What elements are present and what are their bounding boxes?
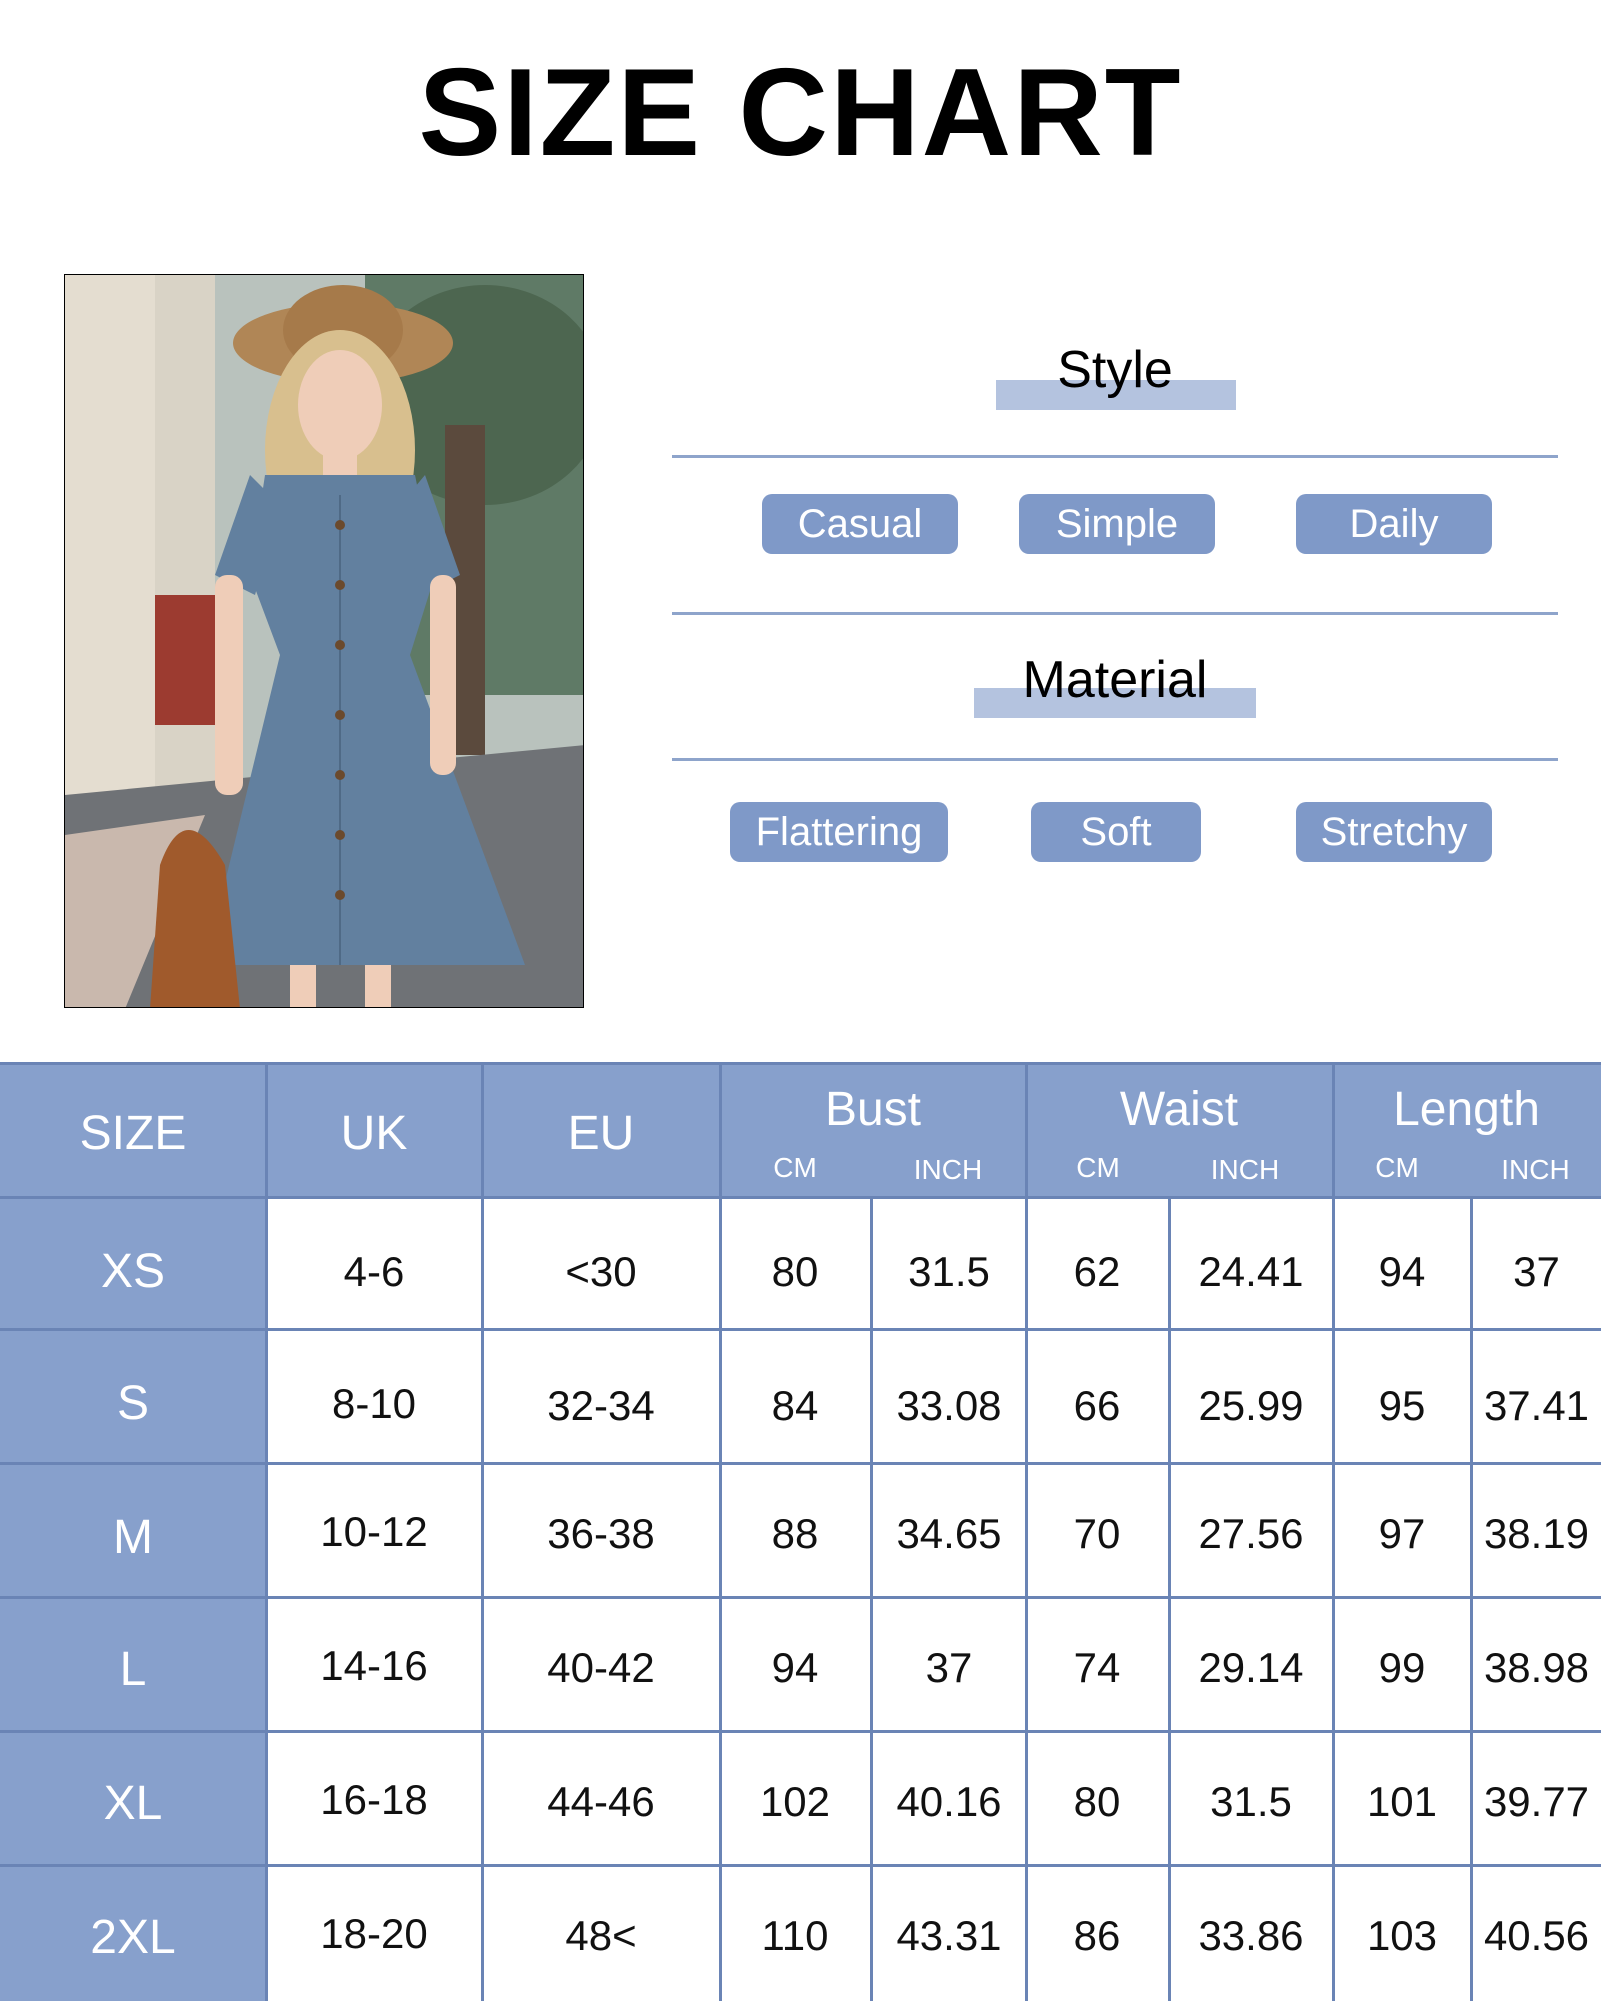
size-table: SIZE UK EU Bust CM INCH Waist CM INCH Le… [0, 1062, 1601, 2001]
header-length: Length [1393, 1083, 1540, 1136]
divider [672, 455, 1558, 458]
header-bust-inch: INCH [913, 1154, 983, 1185]
size-column-bg [0, 1198, 266, 2001]
cell-bust-inch: 43.31 [896, 1912, 1002, 1959]
cell-eu: 32-34 [547, 1382, 655, 1429]
cell-waist-inch: 29.14 [1198, 1644, 1304, 1691]
model-illustration [65, 275, 583, 1007]
cell-bust-cm: 94 [771, 1644, 819, 1691]
cell-length-inch: 38.98 [1483, 1644, 1590, 1691]
style-heading: Style [672, 340, 1558, 410]
tag-flattering: Flattering [730, 802, 948, 862]
cell-eu: <30 [565, 1248, 637, 1295]
row-size: XL [103, 1777, 163, 1830]
style-heading-text: Style [1057, 341, 1173, 399]
tag-stretchy: Stretchy [1296, 802, 1492, 862]
cell-waist-inch: 24.41 [1198, 1248, 1304, 1295]
cell-bust-inch: 33.08 [896, 1382, 1002, 1429]
tag-soft: Soft [1031, 802, 1201, 862]
page-title: SIZE CHART [418, 44, 1183, 182]
cell-bust-cm: 80 [771, 1248, 819, 1295]
header-waist: Waist [1119, 1083, 1239, 1136]
cell-bust-inch: 40.16 [896, 1778, 1002, 1825]
cell-bust-cm: 84 [771, 1382, 819, 1429]
material-heading-text: Material [1022, 651, 1208, 709]
cell-eu: 44-46 [547, 1778, 655, 1825]
cell-length-cm: 97 [1378, 1510, 1426, 1557]
cell-waist-cm: 80 [1073, 1778, 1121, 1825]
grid-line [0, 1328, 1601, 1331]
cell-waist-inch: 25.99 [1198, 1382, 1304, 1429]
cell-bust-inch: 37 [925, 1644, 973, 1691]
header-uk: UK [340, 1107, 408, 1160]
grid-line [0, 1864, 1601, 1867]
cell-eu: 36-38 [547, 1510, 655, 1557]
cell-waist-inch: 27.56 [1198, 1510, 1304, 1557]
grid-line [0, 1596, 1601, 1599]
cell-uk: 18-20 [320, 1910, 428, 1957]
cell-waist-cm: 74 [1073, 1644, 1121, 1691]
cell-bust-inch: 34.65 [896, 1510, 1002, 1557]
cell-length-cm: 103 [1366, 1912, 1438, 1959]
header-waist-inch: INCH [1210, 1154, 1280, 1185]
row-size: XS [100, 1245, 166, 1298]
cell-length-cm: 99 [1378, 1644, 1426, 1691]
material-heading: Material [672, 650, 1558, 718]
divider [672, 758, 1558, 761]
cell-waist-cm: 62 [1073, 1248, 1121, 1295]
header-length-inch: INCH [1501, 1154, 1570, 1185]
cell-length-inch: 39.77 [1483, 1778, 1590, 1825]
cell-uk: 16-18 [320, 1776, 428, 1823]
cell-bust-cm: 110 [761, 1912, 829, 1959]
grid-line [1470, 1198, 1473, 2001]
grid-line [1168, 1198, 1171, 2001]
header-waist-cm: CM [1076, 1152, 1120, 1183]
row-size: M [113, 1511, 153, 1564]
cell-bust-inch: 31.5 [908, 1248, 990, 1295]
cell-waist-cm: 86 [1073, 1912, 1121, 1959]
cell-length-cm: 95 [1378, 1382, 1426, 1429]
cell-bust-cm: 102 [759, 1778, 831, 1825]
cell-uk: 10-12 [320, 1508, 428, 1555]
cell-eu: 40-42 [547, 1644, 655, 1691]
grid-line [0, 1196, 1601, 1199]
row-size: L [119, 1643, 147, 1696]
cell-length-inch: 37 [1513, 1248, 1560, 1295]
cell-eu: 48< [565, 1912, 637, 1959]
cell-length-cm: 94 [1378, 1248, 1426, 1295]
grid-line [0, 1062, 1601, 1065]
divider [672, 612, 1558, 615]
tag-casual: Casual [762, 494, 958, 554]
cell-uk: 14-16 [320, 1642, 428, 1689]
cell-waist-inch: 31.5 [1210, 1778, 1292, 1825]
grid-line [870, 1198, 873, 2001]
row-size: 2XL [90, 1911, 176, 1964]
row-size: S [116, 1377, 149, 1430]
cell-uk: 8-10 [331, 1380, 417, 1427]
cell-bust-cm: 88 [771, 1510, 819, 1557]
header-size: SIZE [79, 1107, 187, 1160]
header-eu: EU [567, 1107, 635, 1160]
header-bust: Bust [824, 1083, 922, 1136]
tag-simple: Simple [1019, 494, 1215, 554]
header-bust-cm: CM [773, 1152, 817, 1183]
cell-length-inch: 40.56 [1483, 1912, 1590, 1959]
model-photo [64, 274, 584, 1008]
tag-daily: Daily [1296, 494, 1492, 554]
cell-length-cm: 101 [1366, 1778, 1438, 1825]
grid-line [0, 1730, 1601, 1733]
grid-line [0, 1462, 1601, 1465]
cell-waist-inch: 33.86 [1198, 1912, 1304, 1959]
header-length-cm: CM [1375, 1152, 1419, 1183]
cell-length-inch: 37.41 [1483, 1382, 1590, 1429]
cell-length-inch: 38.19 [1483, 1510, 1590, 1557]
cell-waist-cm: 70 [1073, 1510, 1121, 1557]
cell-uk: 4-6 [343, 1248, 405, 1295]
cell-waist-cm: 66 [1073, 1382, 1121, 1429]
